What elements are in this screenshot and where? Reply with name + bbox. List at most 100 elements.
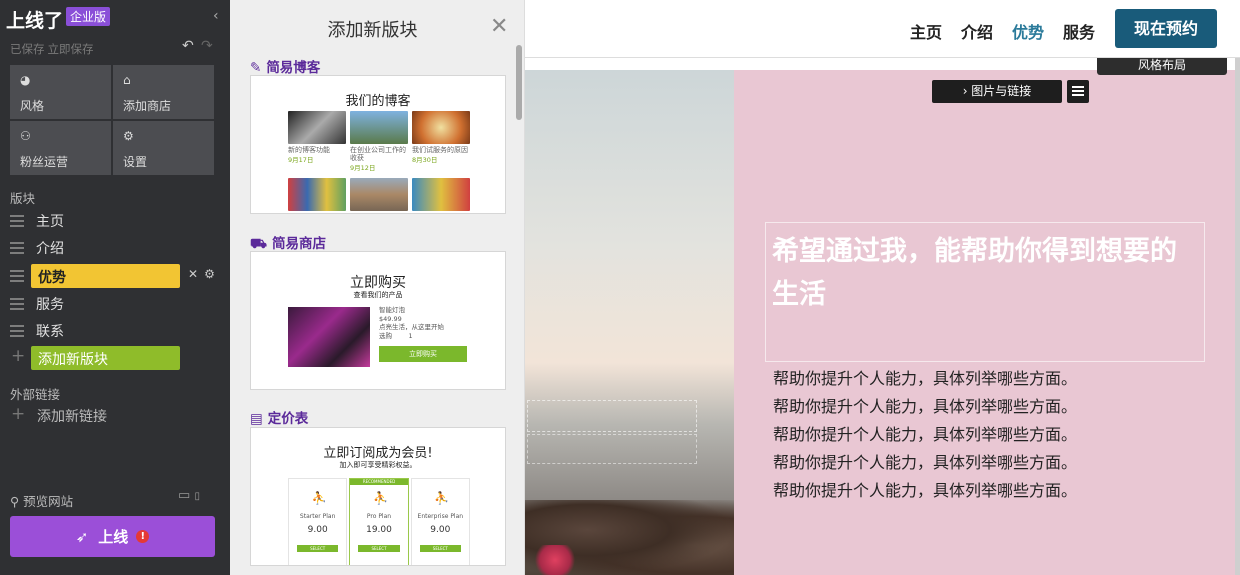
plus-icon: + [11, 346, 26, 366]
hero-image [525, 70, 734, 575]
product-name: 智能灯泡 [379, 306, 405, 314]
section-item-home[interactable]: 主页 [10, 209, 180, 233]
flower-shape [535, 545, 575, 575]
tile-label: 设置 [123, 155, 148, 169]
drag-handle-icon[interactable] [10, 298, 24, 310]
style-layout-button[interactable]: 风格布局 [1097, 58, 1227, 75]
site-nav-intro[interactable]: 介绍 [961, 19, 993, 43]
save-now-link[interactable]: 立即保存 [48, 42, 94, 56]
site-header: 主页 介绍 优势 服务 现在预约 [525, 0, 1240, 58]
section-label: 介绍 [36, 241, 64, 257]
drag-handle-icon[interactable] [10, 270, 24, 282]
collapse-sidebar-icon[interactable]: ‹ [213, 8, 219, 24]
tile-fans[interactable]: ⚇ 粉丝运营 [10, 121, 111, 175]
category-blog: ✎ 简易博客 [250, 56, 320, 76]
template-card-blog[interactable]: 我们的博客 新的博客功能 9月17日 在创业公司工作的收获 9月12日 我们试服务的… [250, 75, 506, 214]
blog-caption: 新的博客功能 [288, 146, 330, 154]
body-line[interactable]: 帮助你提升个人能力，具体列举哪些方面。 [773, 477, 1077, 501]
site-preview: 主页 介绍 优势 服务 现在预约 风格布局 › 图片与链接 希望通过我，能帮助你… [525, 0, 1240, 575]
plan-name: Pro Plan [366, 513, 392, 520]
drop-zone [527, 400, 697, 432]
book-now-button[interactable]: 现在预约 [1115, 9, 1217, 48]
plus-icon: + [11, 404, 26, 424]
rocket-icon: ➶ [75, 527, 89, 546]
device-toggle: ▭ ▯ [178, 488, 200, 503]
panel-scrollbar[interactable] [516, 45, 522, 120]
drag-handle-icon[interactable] [10, 242, 24, 254]
saved-text: 已保存 [10, 42, 45, 56]
tile-settings[interactable]: ⚙ 设置 [113, 121, 214, 175]
desktop-icon[interactable]: ▭ [178, 488, 190, 503]
drag-handle-icon[interactable] [10, 325, 24, 337]
blog-date: 8月30日 [412, 156, 438, 164]
add-block-button[interactable]: 添加新版块 [31, 346, 180, 370]
body-line[interactable]: 帮助你提升个人能力，具体列举哪些方面。 [773, 365, 1077, 389]
sections-label: 版块 [10, 191, 36, 206]
pin-icon: ✎ [250, 60, 262, 76]
template-card-pricing[interactable]: 立即订阅成为会员! 加入即可享受精彩权益。 ⛹ Starter Plan 9.00 S… [250, 427, 506, 566]
plan-select-button: SELECT [297, 545, 339, 552]
section-item-contact[interactable]: 联系 [10, 319, 180, 343]
external-links-label: 外部链接 [10, 387, 61, 402]
section-item-intro[interactable]: 介绍 [10, 236, 180, 260]
gear-icon[interactable]: ⚙ [204, 267, 215, 281]
store-icon: ⌂ [123, 73, 131, 87]
template-card-shop[interactable]: 立即购买 查看我们的产品 智能灯泡 $49.99 点亮生活，从这里开始 选购 1… [250, 251, 506, 390]
blog-caption: 在创业公司工作的收获 [350, 146, 406, 162]
section-item-advantages[interactable]: 优势 [10, 264, 180, 288]
people-icon: ⚇ [20, 129, 31, 143]
plan-select-button: SELECT [419, 545, 461, 552]
product-image [288, 307, 370, 367]
alert-icon: ! [136, 530, 150, 543]
tile-add-store[interactable]: ⌂ 添加商店 [113, 65, 214, 119]
pricing-icon: ▤ [250, 411, 263, 427]
close-icon[interactable]: ✕ [490, 14, 508, 39]
product-price: $49.99 [379, 314, 402, 323]
figure-icon: ⛹ [434, 491, 450, 505]
section-label: 联系 [36, 324, 64, 340]
undo-icon[interactable]: ↶ [182, 38, 194, 54]
category-pricing: ▤ 定价表 [250, 407, 308, 427]
site-nav-services[interactable]: 服务 [1063, 19, 1095, 43]
buy-now-preview: 立即购买 [379, 346, 467, 362]
panel-title: 添加新版块 [327, 20, 418, 41]
menu-icon[interactable] [1067, 80, 1089, 103]
body-line[interactable]: 帮助你提升个人能力，具体列举哪些方面。 [773, 393, 1077, 417]
product-desc: 点亮生活，从这里开始 [379, 323, 444, 331]
preview-site[interactable]: ⚲ 预览网站 [10, 491, 73, 510]
gear-icon: ⚙ [123, 129, 134, 143]
product-select: 选购 [379, 331, 392, 340]
recommended-badge: RECOMMENDED [350, 479, 408, 485]
editor-sidebar: 上线了 企业版 ‹ 已保存 立即保存 ↶ ↷ ◕ 风格 ⌂ 添加商店 ⚇ 粉丝运营 ⚙ 设… [0, 0, 230, 575]
save-status: 已保存 立即保存 [10, 41, 94, 57]
section-row-tools: ✕ ⚙ [188, 267, 221, 281]
plan-select-button: SELECT [358, 545, 400, 552]
plan-price: 19.00 [366, 525, 392, 535]
tile-label: 添加商店 [123, 99, 172, 113]
search-icon: ⚲ [10, 494, 24, 509]
blog-date: 9月17日 [288, 156, 314, 164]
section-item-services[interactable]: 服务 [10, 292, 180, 316]
add-link-button[interactable]: 添加新链接 [37, 406, 107, 426]
redo-icon[interactable]: ↷ [201, 38, 213, 54]
drag-handle-icon[interactable] [10, 215, 24, 227]
drop-zone [527, 434, 697, 464]
body-line[interactable]: 帮助你提升个人能力，具体列举哪些方面。 [773, 449, 1077, 473]
mobile-icon[interactable]: ▯ [194, 491, 200, 502]
blog-post: 在创业公司工作的收获 9月12日 [350, 111, 408, 172]
site-nav-home[interactable]: 主页 [910, 19, 942, 43]
card-subtitle: 加入即可享受精彩权益。 [339, 461, 417, 469]
body-line[interactable]: 帮助你提升个人能力，具体列举哪些方面。 [773, 421, 1077, 445]
pricing-plans: ⛹ Starter Plan 9.00 SELECT RECOMMENDED ⛹ Pro … [288, 478, 470, 565]
tile-style[interactable]: ◕ 风格 [10, 65, 111, 119]
plan-card: RECOMMENDED ⛹ Pro Plan 19.00 SELECT [349, 478, 409, 565]
plan-name: Starter Plan [299, 513, 336, 520]
plan-price: 9.00 [307, 525, 328, 535]
hero-headline[interactable]: 希望通过我，能帮助你得到想要的生活 [772, 230, 1192, 316]
go-live-button[interactable]: ➶ 上线! [10, 516, 215, 557]
delete-icon[interactable]: ✕ [188, 267, 198, 281]
figure-icon: ⛹ [372, 491, 388, 505]
plan-name: Enterprise Plan [417, 513, 464, 520]
image-link-button[interactable]: › 图片与链接 [932, 80, 1062, 103]
site-nav-advantages[interactable]: 优势 [1012, 19, 1044, 43]
